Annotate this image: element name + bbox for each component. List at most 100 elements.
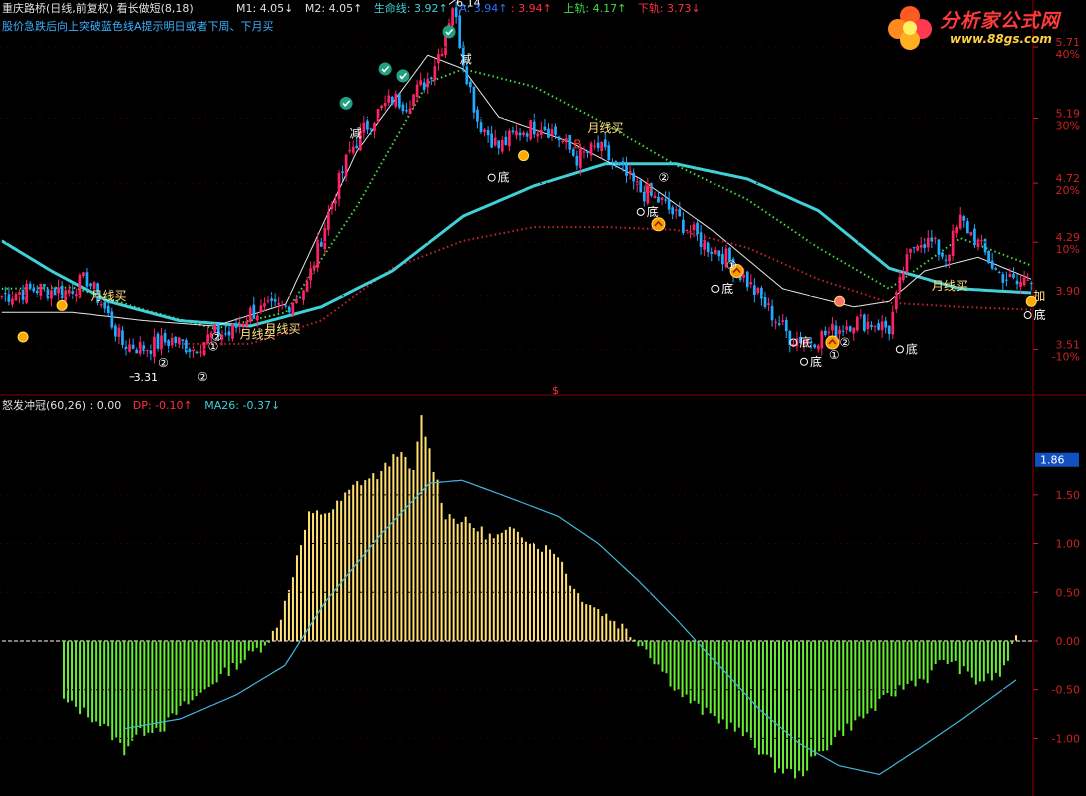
candle-body[interactable] [877, 323, 880, 330]
candle-body[interactable] [916, 246, 919, 251]
candle-body[interactable] [50, 290, 53, 299]
candle-body[interactable] [522, 132, 525, 136]
candle-body[interactable] [170, 337, 174, 346]
candle-body[interactable] [618, 162, 621, 164]
candle-body[interactable] [344, 154, 348, 177]
candle-body[interactable] [298, 297, 302, 299]
candle-body[interactable] [309, 268, 312, 281]
candle-body[interactable] [241, 324, 245, 327]
candle-body[interactable] [273, 299, 277, 302]
candle-body[interactable] [177, 337, 181, 344]
candle-body[interactable] [131, 344, 135, 350]
candle-body[interactable] [476, 109, 479, 122]
candle-body[interactable] [664, 199, 667, 201]
candle-body[interactable] [287, 307, 291, 313]
candle-body[interactable] [710, 251, 714, 254]
candle-body[interactable] [525, 133, 529, 137]
candle-body[interactable] [188, 349, 192, 352]
candle-body[interactable] [962, 216, 966, 221]
candle-body[interactable] [603, 139, 607, 148]
candle-body[interactable] [1022, 277, 1026, 286]
candle-body[interactable] [855, 316, 859, 331]
candle-body[interactable] [752, 285, 756, 295]
candle-body[interactable] [951, 230, 955, 256]
candle-body[interactable] [405, 110, 408, 112]
candle-body[interactable] [53, 287, 57, 296]
candle-body[interactable] [135, 349, 139, 354]
candle-body[interactable] [579, 148, 582, 168]
candle-body[interactable] [767, 303, 770, 306]
candle-body[interactable] [965, 221, 969, 234]
candle-body[interactable] [983, 239, 987, 253]
candle-body[interactable] [543, 126, 547, 131]
candle-body[interactable] [1005, 279, 1008, 281]
candle-body[interactable] [834, 325, 838, 338]
candle-body[interactable] [334, 200, 337, 204]
candle-body[interactable] [412, 94, 415, 107]
candle-body[interactable] [685, 230, 689, 232]
candle-body[interactable] [902, 273, 905, 280]
candle-body[interactable] [57, 287, 60, 294]
candle-body[interactable] [831, 323, 834, 331]
candle-body[interactable] [440, 54, 444, 57]
candle-body[interactable] [997, 272, 1001, 274]
candle-body[interactable] [85, 272, 89, 287]
candle-body[interactable] [401, 104, 405, 112]
candle-body[interactable] [89, 283, 92, 287]
candle-body[interactable] [348, 149, 352, 152]
candle-body[interactable] [589, 143, 593, 156]
candle-body[interactable] [234, 324, 238, 328]
candle-body[interactable] [163, 332, 167, 343]
candle-body[interactable] [380, 105, 383, 109]
candle-body[interactable] [934, 238, 937, 240]
candle-body[interactable] [600, 142, 604, 152]
candle-body[interactable] [263, 303, 266, 307]
candle-body[interactable] [199, 351, 202, 353]
candle-body[interactable] [486, 130, 490, 136]
candle-body[interactable] [323, 227, 327, 250]
candle-body[interactable] [745, 271, 749, 288]
candle-body[interactable] [887, 325, 891, 334]
candle-body[interactable] [610, 161, 614, 163]
candle-body[interactable] [465, 66, 469, 85]
candle-body[interactable] [327, 211, 330, 231]
candle-body[interactable] [145, 349, 149, 351]
candle-body[interactable] [1026, 279, 1030, 281]
candle-body[interactable] [518, 132, 522, 136]
candle-body[interactable] [880, 321, 884, 331]
candle-body[interactable] [138, 342, 142, 354]
candle-body[interactable] [387, 95, 391, 103]
candle-body[interactable] [621, 161, 625, 166]
candle-body[interactable] [926, 237, 930, 248]
candle-body[interactable] [28, 283, 32, 289]
candle-body[interactable] [557, 136, 561, 141]
candle-body[interactable] [248, 307, 252, 322]
candle-body[interactable] [398, 93, 401, 108]
candle-body[interactable] [114, 325, 117, 337]
candle-body[interactable] [717, 250, 721, 257]
candle-body[interactable] [863, 314, 866, 331]
candle-body[interactable] [866, 321, 870, 329]
candle-body[interactable] [1019, 281, 1022, 287]
candle-body[interactable] [277, 303, 281, 305]
candle-body[interactable] [554, 126, 557, 135]
candle-body[interactable] [493, 137, 497, 146]
candle-body[interactable] [706, 242, 710, 253]
candle-body[interactable] [394, 93, 398, 107]
candle-body[interactable] [681, 219, 685, 233]
candle-body[interactable] [990, 260, 994, 269]
candle-body[interactable] [941, 252, 944, 257]
candle-body[interactable] [224, 333, 227, 335]
candle-body[interactable] [67, 289, 71, 294]
candle-body[interactable] [848, 326, 852, 332]
candle-body[interactable] [504, 136, 508, 145]
candle-body[interactable] [82, 272, 85, 277]
candle-body[interactable] [561, 141, 564, 143]
candle-body[interactable] [969, 231, 973, 236]
candle-body[interactable] [490, 133, 494, 148]
candle-body[interactable] [362, 122, 366, 133]
candle-body[interactable] [383, 103, 387, 107]
candle-body[interactable] [1029, 283, 1033, 285]
candle-body[interactable] [912, 247, 916, 249]
candle-body[interactable] [1012, 274, 1015, 278]
